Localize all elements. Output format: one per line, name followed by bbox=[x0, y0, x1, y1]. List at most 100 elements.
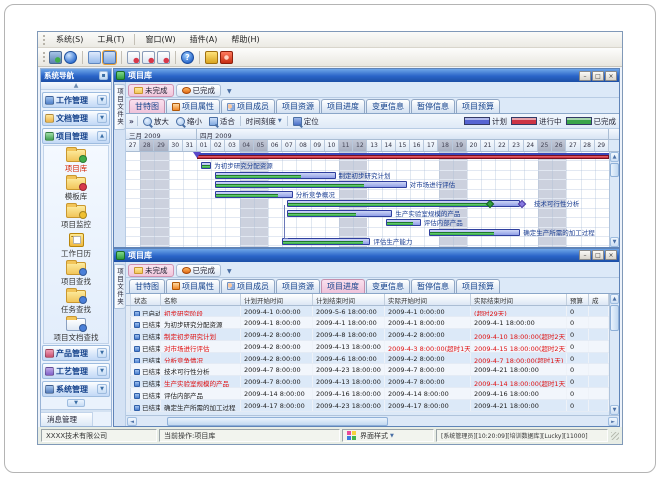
table-tab-甘特图[interactable]: 甘特图 bbox=[129, 279, 165, 293]
scroll-thumb[interactable] bbox=[610, 305, 619, 331]
table-row[interactable]: 已结束评估内部产品2009-4-14 8:00:002009-4-16 18:0… bbox=[126, 388, 609, 400]
menu-grip-handle[interactable] bbox=[43, 35, 46, 45]
network-icon[interactable] bbox=[64, 51, 77, 64]
table-filter-已完成[interactable]: 已完成 bbox=[176, 264, 222, 277]
scroll-down-icon[interactable]: ▼ bbox=[610, 405, 619, 415]
sidebar-section-2[interactable]: 项目管理▲ bbox=[42, 128, 110, 144]
close-button[interactable]: × bbox=[605, 250, 617, 260]
minimize-button[interactable]: – bbox=[579, 71, 591, 81]
scroll-left-icon[interactable]: ◄ bbox=[127, 417, 137, 426]
gantt-tab-项目成员[interactable]: 项目成员 bbox=[221, 99, 275, 113]
column-header-状态[interactable]: 状态 bbox=[131, 294, 161, 305]
column-header-名称[interactable]: 名称 bbox=[161, 294, 241, 305]
scroll-thumb[interactable] bbox=[167, 417, 388, 426]
menu-item-help[interactable]: 帮助(H) bbox=[224, 32, 266, 47]
table-row[interactable]: 已结束生产实验室规模的产品2009-4-7 8:00:002009-4-13 1… bbox=[126, 376, 609, 388]
task-bar-为初步研究分配资源[interactable] bbox=[201, 162, 211, 169]
form-edit-icon[interactable] bbox=[142, 51, 155, 64]
fit-button[interactable]: 适合 bbox=[207, 115, 237, 128]
task-bar-对市场进行评估[interactable] bbox=[215, 181, 406, 188]
table-filter-未完成[interactable]: 未完成 bbox=[128, 264, 174, 277]
table-row[interactable]: 已结束对市场进行评估2009-4-2 8:00:002009-4-13 18:0… bbox=[126, 341, 609, 353]
scroll-right-icon[interactable]: ► bbox=[608, 417, 618, 426]
gantt-tab-甘特图[interactable]: 甘特图 bbox=[129, 99, 165, 113]
column-header-实际开始时间[interactable]: 实际开始时间 bbox=[385, 294, 471, 305]
gantt-tab-变更信息[interactable]: 变更信息 bbox=[366, 99, 410, 113]
sidebar-overflow-button[interactable]: ▼ bbox=[67, 399, 85, 407]
exit-icon[interactable] bbox=[220, 51, 233, 64]
sidebar-item-任务查找[interactable]: 任务查找 bbox=[61, 290, 91, 315]
scroll-up-icon[interactable]: ▲ bbox=[610, 294, 619, 304]
scroll-thumb[interactable] bbox=[610, 163, 619, 177]
help-icon[interactable]: ? bbox=[181, 51, 194, 64]
sidebar-section-4[interactable]: 工艺管理▼ bbox=[42, 363, 110, 379]
sidebar-item-项目监控[interactable]: 项目监控 bbox=[61, 205, 91, 230]
task-bar-生产实验室规模的产品[interactable] bbox=[287, 210, 393, 217]
sidebar-section-3[interactable]: 产品管理▼ bbox=[42, 345, 110, 361]
chevron-down-icon[interactable]: ▼ bbox=[97, 113, 107, 123]
task-bar-确定生产所需的加工过程[interactable] bbox=[429, 229, 521, 236]
gantt-chart[interactable]: 为初步研究分配资源制定初步研究计划对市场进行评估分析竞争概况技术可行性分析生产实… bbox=[126, 152, 609, 247]
menu-item-system[interactable]: 系统(S) bbox=[49, 32, 90, 47]
more-tools-button[interactable]: » bbox=[129, 117, 134, 126]
menu-item-tools[interactable]: 工具(T) bbox=[90, 32, 131, 47]
menu-item-window[interactable]: 窗口(W) bbox=[138, 32, 182, 47]
sidebar-item-项目文档查找[interactable]: 项目文档查找 bbox=[54, 318, 99, 343]
chevron-down-icon[interactable]: ▼ bbox=[97, 366, 107, 376]
table-tab-暂停信息[interactable]: 暂停信息 bbox=[411, 279, 455, 293]
chevron-up-icon[interactable]: ▲ bbox=[97, 131, 107, 141]
tab-message-management[interactable]: 消息管理 bbox=[41, 412, 93, 426]
folder-side-tab[interactable]: 项目文件夹 bbox=[114, 264, 126, 310]
table-hscrollbar[interactable]: ◄ ► bbox=[126, 415, 619, 426]
sidebar-collapse-button[interactable]: ▲ bbox=[41, 82, 111, 90]
folder-icon[interactable] bbox=[88, 51, 101, 64]
maximize-button[interactable]: □ bbox=[592, 250, 604, 260]
task-bar-分析竞争概况[interactable] bbox=[215, 191, 292, 198]
sidebar-item-工作日历[interactable]: 工作日历 bbox=[61, 233, 91, 259]
table-row[interactable]: 已结束为初步研究分配资源2009-4-1 8:00:002009-4-1 18:… bbox=[126, 317, 609, 329]
lock-icon[interactable] bbox=[205, 51, 218, 64]
gantt-tab-项目进度[interactable]: 项目进度 bbox=[321, 99, 365, 113]
table-tab-项目资源[interactable]: 项目资源 bbox=[276, 279, 320, 293]
maximize-button[interactable]: □ bbox=[592, 71, 604, 81]
time-scale-button[interactable]: 时间刻度▼ bbox=[244, 115, 284, 128]
filter-more-button[interactable]: ▼ bbox=[227, 268, 232, 275]
gantt-filter-已完成[interactable]: 已完成 bbox=[176, 84, 222, 97]
system-icon[interactable] bbox=[49, 51, 62, 64]
column-header-实际结束时间[interactable]: 实际结束时间 bbox=[471, 294, 567, 305]
gantt-tab-暂停信息[interactable]: 暂停信息 bbox=[411, 99, 455, 113]
minimize-button[interactable]: – bbox=[579, 250, 591, 260]
zoom-out-button[interactable]: 缩小 bbox=[174, 115, 204, 128]
pin-icon[interactable]: ▪ bbox=[99, 71, 108, 80]
folder-side-tab[interactable]: 项目文件夹 bbox=[114, 84, 126, 130]
table-row[interactable]: 已结束制定初步研究计划2009-4-2 8:00:002009-4-8 18:0… bbox=[126, 329, 609, 341]
sidebar-section-5[interactable]: 系统管理▼ bbox=[42, 381, 110, 397]
task-bar-评估内部产品[interactable] bbox=[386, 219, 421, 226]
chevron-down-icon[interactable]: ▼ bbox=[97, 348, 107, 358]
gantt-tab-项目资源[interactable]: 项目资源 bbox=[276, 99, 320, 113]
sidebar-item-项目库[interactable]: 项目库 bbox=[65, 149, 88, 174]
scroll-up-icon[interactable]: ▲ bbox=[610, 152, 619, 162]
save-icon[interactable] bbox=[103, 51, 116, 64]
table-row[interactable]: 已启动初步研究阶段2009-4-1 0:00:002009-5-6 18:00:… bbox=[126, 306, 609, 318]
task-bar-制定初步研究计划[interactable] bbox=[215, 172, 335, 179]
resize-grip[interactable] bbox=[611, 432, 619, 440]
column-header-计划结束时间[interactable]: 计划结束时间 bbox=[313, 294, 385, 305]
gantt-tab-项目预算[interactable]: 项目预算 bbox=[456, 99, 500, 113]
scroll-down-icon[interactable]: ▼ bbox=[610, 237, 619, 247]
form-delete-icon[interactable] bbox=[157, 51, 170, 64]
ui-style-button[interactable]: 界面样式 ▼ bbox=[342, 429, 434, 442]
table-tab-变更信息[interactable]: 变更信息 bbox=[366, 279, 410, 293]
sidebar-section-1[interactable]: 文档管理▼ bbox=[42, 110, 110, 126]
chevron-down-icon[interactable]: ▼ bbox=[97, 384, 107, 394]
table-tab-项目预算[interactable]: 项目预算 bbox=[456, 279, 500, 293]
form-new-icon[interactable] bbox=[127, 51, 140, 64]
filter-more-button[interactable]: ▼ bbox=[227, 88, 232, 95]
gantt-filter-未完成[interactable]: 未完成 bbox=[128, 84, 174, 97]
table-row[interactable]: 已结束分析竞争情况2009-4-2 8:00:002009-4-6 18:00:… bbox=[126, 353, 609, 365]
menu-item-plugin[interactable]: 插件(A) bbox=[183, 32, 225, 47]
table-tab-项目属性[interactable]: 项目属性 bbox=[166, 279, 220, 293]
task-bar-评估生产能力[interactable] bbox=[282, 238, 370, 245]
zoom-in-button[interactable]: 放大 bbox=[141, 115, 171, 128]
sidebar-item-模板库[interactable]: 模板库 bbox=[65, 177, 88, 202]
